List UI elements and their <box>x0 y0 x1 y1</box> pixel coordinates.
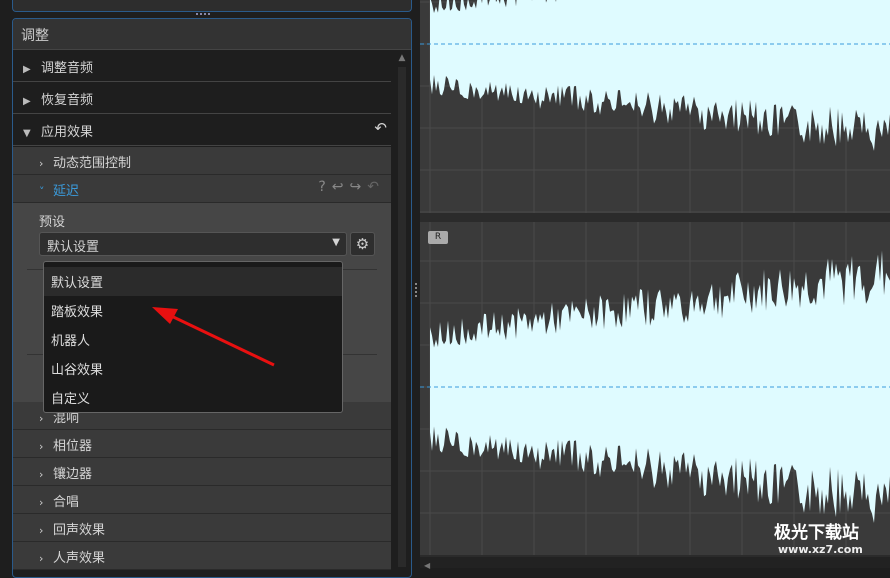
watermark: 极光下载站 www.xz7.com <box>774 523 863 556</box>
panel-splitter[interactable] <box>412 0 420 568</box>
horizontal-scrollbar[interactable]: ◀ <box>420 557 890 570</box>
annotation-arrow <box>152 307 275 367</box>
effects-sidebar: 调整 ▶ 调整音频 ▶ 恢复音频 ▼ 应用效果 ↶ › 动态范围控制 ˅ 延迟 ?↩↪↶ 预… <box>0 0 412 578</box>
waveform-view[interactable]: R ◀ <box>420 0 890 570</box>
right-channel[interactable]: R <box>420 222 890 555</box>
left-channel[interactable] <box>420 0 890 213</box>
channel-badge[interactable]: R <box>428 231 448 244</box>
